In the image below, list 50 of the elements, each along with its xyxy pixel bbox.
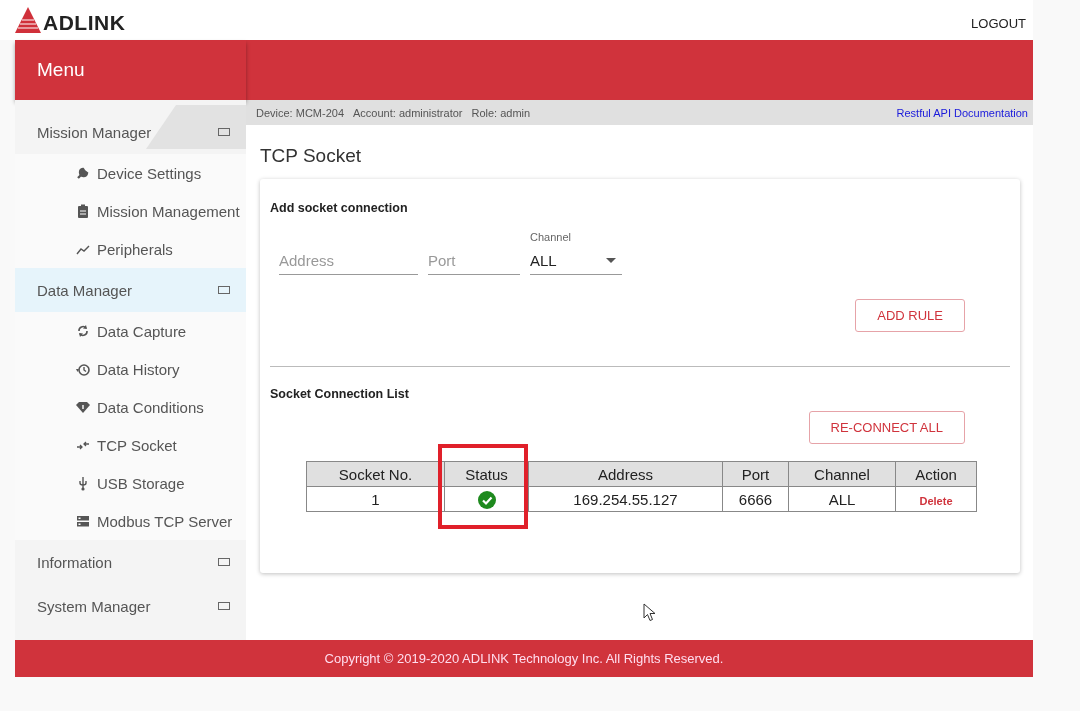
column-header: Channel (788, 461, 896, 487)
menu-item[interactable]: Data History (15, 350, 246, 388)
column-header: Port (722, 461, 789, 487)
menu-item-icon (75, 165, 91, 181)
menu-item-icon (75, 323, 91, 339)
logo-text: ADLINK (43, 13, 126, 33)
menu-item[interactable]: Device Settings (15, 154, 246, 192)
table-cell: 6666 (722, 486, 789, 512)
menu-header: Menu (15, 40, 246, 100)
menu-item-icon (75, 361, 91, 377)
toggle-icon (218, 602, 230, 610)
channel-dropdown[interactable]: ALL (530, 247, 622, 275)
menu-item[interactable]: USB Storage (15, 464, 246, 502)
toggle-icon (218, 128, 230, 136)
menu-group[interactable]: Data Manager (15, 268, 246, 312)
port-field[interactable]: Port (428, 246, 520, 275)
menu-item-icon (75, 513, 91, 529)
menu-item-icon (75, 203, 91, 219)
api-docs-link[interactable]: Restful API Documentation (896, 106, 1028, 119)
info-text: Device: MCM-204 (256, 106, 345, 119)
menu-item[interactable]: TCP Socket (15, 426, 246, 464)
column-header: Socket No. (306, 461, 445, 487)
toggle-icon (218, 558, 230, 566)
section-title: Socket Connection List (270, 386, 410, 401)
reconnect-all-button[interactable]: RE-CONNECT ALL (808, 411, 965, 444)
page-title: TCP Socket (260, 145, 363, 167)
info-text: Role: admin (471, 106, 531, 119)
add-rule-button[interactable]: ADD RULE (855, 299, 965, 332)
logout-link[interactable]: LOGOUT (971, 15, 1033, 31)
mouse-pointer-icon (643, 603, 656, 622)
table-cell: 169.254.55.127 (528, 486, 723, 512)
table-cell: ALL (788, 486, 896, 512)
info-text: Account: administrator (353, 106, 463, 119)
channel-label: Channel (530, 231, 572, 243)
column-header: Action (895, 461, 977, 487)
footer-text: Copyright © 2019-2020 ADLINK Technology Inc. All Rights Reserved. (15, 640, 1033, 677)
column-header: Address (528, 461, 723, 487)
menu-item[interactable]: Mission Management (15, 192, 246, 230)
menu-item[interactable]: Peripherals (15, 230, 246, 268)
menu-item-icon (75, 399, 91, 415)
logo-icon (15, 7, 41, 33)
toggle-icon (218, 286, 230, 294)
table-cell: 1 (306, 486, 445, 512)
section-title: Add socket connection (270, 200, 409, 215)
column-header: Status (444, 461, 529, 487)
menu-item[interactable]: Modbus TCP Server (15, 502, 246, 540)
menu-item[interactable]: Data Capture (15, 312, 246, 350)
address-field[interactable]: Address (279, 246, 418, 275)
menu-item[interactable]: Data Conditions (15, 388, 246, 426)
dropdown-arrow-icon (606, 258, 616, 263)
